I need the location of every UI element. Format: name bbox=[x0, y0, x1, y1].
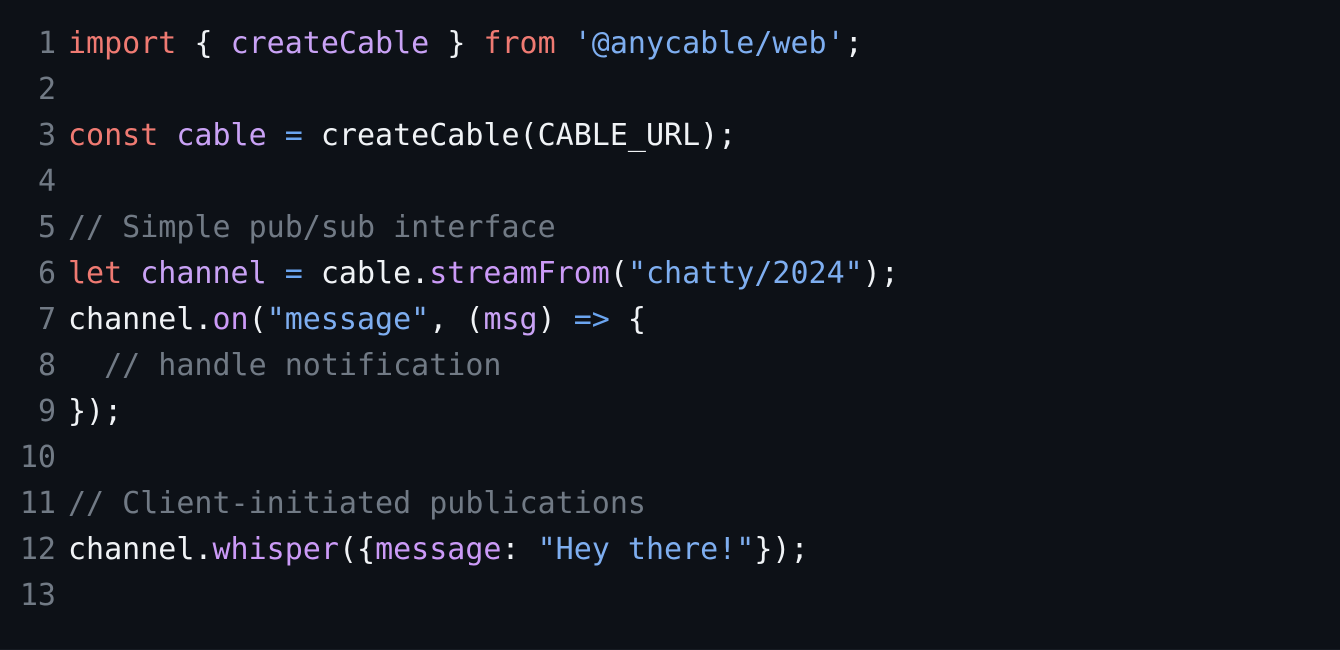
code-line[interactable]: 9}); bbox=[0, 389, 1340, 435]
code-line[interactable]: 3 const cable = createCable(CABLE_URL); bbox=[0, 113, 1340, 159]
code-token-keyword: const bbox=[68, 118, 159, 153]
line-number: 4 bbox=[37, 164, 56, 199]
code-line[interactable]: 6 let channel = cable.streamFrom("chatty/… bbox=[0, 251, 1340, 297]
line-number: 12 bbox=[19, 532, 56, 567]
code-token-plain: ; bbox=[844, 26, 863, 61]
code-line[interactable]: 11 // Client-initiated publications bbox=[0, 481, 1340, 527]
code-line-content: // Simple pub/sub interface bbox=[56, 205, 556, 251]
code-token-function: on bbox=[212, 302, 249, 337]
code-token-plain: createCable(CABLE_URL); bbox=[320, 118, 737, 153]
code-token-plain: { bbox=[194, 26, 213, 61]
line-number: 7 bbox=[37, 302, 56, 337]
code-token-plain: }); bbox=[68, 394, 123, 429]
code-token-comment: // handle notification bbox=[68, 348, 502, 383]
line-number: 10 bbox=[19, 440, 56, 475]
code-line-content: channel.on("message", (msg) => { bbox=[56, 297, 646, 343]
code-line[interactable]: 13 bbox=[0, 573, 1340, 619]
code-line[interactable]: 7 channel.on("message", (msg) => { bbox=[0, 297, 1340, 343]
code-line[interactable]: 1 import { createCable } from '@anycable/… bbox=[0, 21, 1340, 67]
code-line-content: const cable = createCable(CABLE_URL); bbox=[56, 113, 736, 159]
code-token-function: whisper bbox=[212, 532, 339, 567]
code-editor-pane[interactable]: 1 import { createCable } from '@anycable/… bbox=[0, 0, 1340, 650]
code-token-plain: ( bbox=[248, 302, 267, 337]
code-line[interactable]: 4 bbox=[0, 159, 1340, 205]
code-token-variable: cable bbox=[176, 118, 267, 153]
code-line[interactable]: 2 bbox=[0, 67, 1340, 113]
line-number: 2 bbox=[37, 72, 56, 107]
code-line[interactable]: 8 // handle notification bbox=[0, 343, 1340, 389]
line-number: 5 bbox=[37, 210, 56, 245]
code-token-keyword: let bbox=[68, 256, 123, 291]
code-token-variable: msg bbox=[483, 302, 538, 337]
code-token-plain: channel. bbox=[68, 532, 213, 567]
code-token-plain: : bbox=[501, 532, 538, 567]
code-line-content: }); bbox=[56, 389, 122, 435]
code-token-plain: channel. bbox=[68, 302, 213, 337]
code-token-plain: } bbox=[447, 26, 466, 61]
line-number: 8 bbox=[37, 348, 56, 383]
code-token-plain: ) bbox=[537, 302, 574, 337]
code-token-plain: ( bbox=[609, 256, 628, 291]
code-line[interactable]: 5 // Simple pub/sub interface bbox=[0, 205, 1340, 251]
code-token-string: "chatty/2024" bbox=[627, 256, 863, 291]
code-token-string: '@anycable/web' bbox=[573, 26, 845, 61]
code-token-comment: // Client-initiated publications bbox=[68, 486, 646, 521]
code-token-plain: ); bbox=[862, 256, 899, 291]
code-token-keyword: from bbox=[483, 26, 556, 61]
code-token-property: message bbox=[375, 532, 502, 567]
code-token-string: "message" bbox=[266, 302, 430, 337]
line-number: 1 bbox=[37, 26, 56, 61]
code-line[interactable]: 10 bbox=[0, 435, 1340, 481]
code-token-plain: , ( bbox=[429, 302, 484, 337]
code-token-plain: cable. bbox=[320, 256, 430, 291]
code-token-keyword: import bbox=[68, 26, 177, 61]
code-line-content: let channel = cable.streamFrom("chatty/2… bbox=[56, 251, 899, 297]
code-line[interactable]: 12 channel.whisper({message: "Hey there!"… bbox=[0, 527, 1340, 573]
code-token-plain: }); bbox=[754, 532, 809, 567]
code-lines-container: 1 import { createCable } from '@anycable/… bbox=[0, 21, 1340, 619]
line-number: 11 bbox=[19, 486, 56, 521]
code-token-string: "Hey there!" bbox=[537, 532, 755, 567]
code-line-content: // handle notification bbox=[56, 343, 501, 389]
code-token-operator: = bbox=[284, 256, 303, 291]
code-line-content: import { createCable } from '@anycable/w… bbox=[56, 21, 863, 67]
code-token-operator: => bbox=[573, 302, 610, 337]
code-line-content: channel.whisper({message: "Hey there!"})… bbox=[56, 527, 809, 573]
line-number: 9 bbox=[37, 394, 56, 429]
line-number: 3 bbox=[37, 118, 56, 153]
code-token-function: streamFrom bbox=[429, 256, 610, 291]
line-number: 13 bbox=[19, 578, 56, 613]
code-token-variable: channel bbox=[140, 256, 267, 291]
code-token-comment: // Simple pub/sub interface bbox=[68, 210, 556, 245]
line-number: 6 bbox=[37, 256, 56, 291]
code-token-plain: ({ bbox=[338, 532, 376, 567]
code-token-operator: = bbox=[284, 118, 303, 153]
code-token-variable: createCable bbox=[230, 26, 430, 61]
code-line-content: // Client-initiated publications bbox=[56, 481, 646, 527]
code-token-plain: { bbox=[609, 302, 646, 337]
